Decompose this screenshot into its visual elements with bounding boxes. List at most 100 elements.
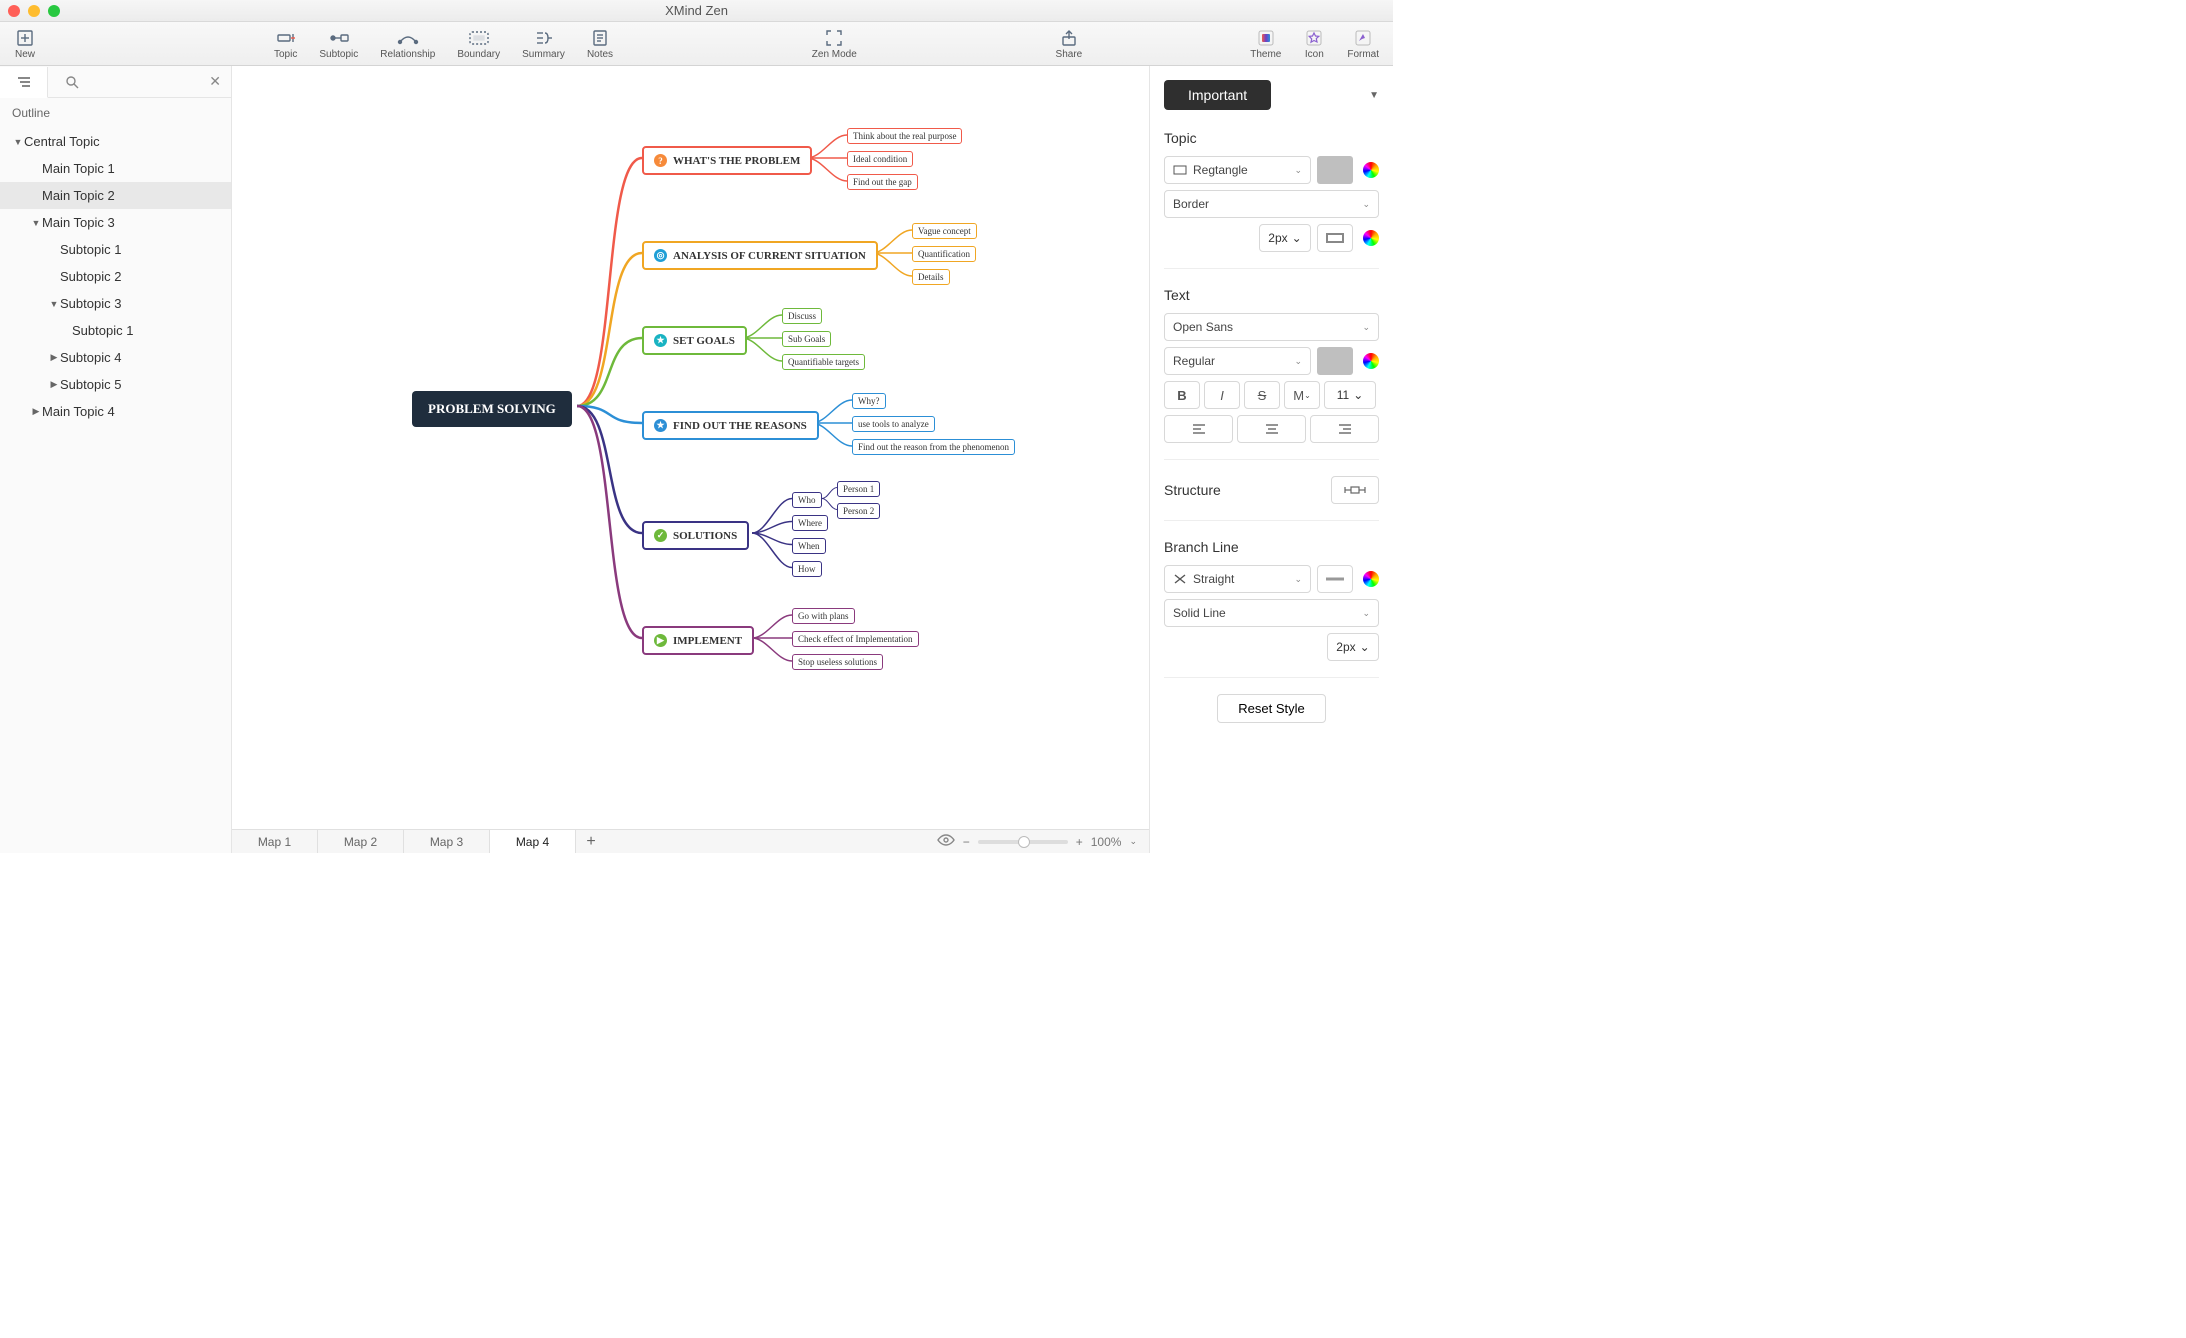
close-panel-icon[interactable]: ✕ (209, 73, 221, 90)
leaf-node[interactable]: Quantifiable targets (782, 354, 865, 370)
zoom-in-button[interactable]: + (1076, 835, 1083, 849)
sheet-tab[interactable]: Map 1 (232, 830, 318, 853)
fill-color-swatch[interactable] (1317, 156, 1353, 184)
close-window-icon[interactable] (8, 5, 20, 17)
zoom-slider[interactable] (978, 840, 1068, 844)
theme-button[interactable]: Theme (1246, 28, 1285, 60)
leaf-node[interactable]: Go with plans (792, 608, 855, 624)
add-sheet-button[interactable]: + (576, 830, 606, 853)
important-button[interactable]: Important (1164, 80, 1271, 110)
share-button[interactable]: Share (1052, 28, 1087, 60)
font-family-select[interactable]: Open Sans⌄ (1164, 313, 1379, 341)
leaf-node[interactable]: Vague concept (912, 223, 977, 239)
zoom-dropdown-icon[interactable]: ⌄ (1129, 836, 1137, 847)
border-color-wheel-icon[interactable] (1363, 230, 1379, 246)
align-center-button[interactable] (1237, 415, 1306, 443)
zoom-out-button[interactable]: − (963, 835, 970, 849)
reset-style-button[interactable]: Reset Style (1217, 694, 1325, 723)
leaf-node[interactable]: Think about the real purpose (847, 128, 962, 144)
mindmap-canvas[interactable]: PROBLEM SOLVING ?WHAT'S THE PROBLEM Think … (232, 66, 1149, 829)
align-left-button[interactable] (1164, 415, 1233, 443)
outline-item[interactable]: ▶Subtopic 5 (0, 371, 231, 398)
italic-button[interactable]: I (1204, 381, 1240, 409)
outline-item[interactable]: ▶Main Topic 4 (0, 398, 231, 425)
sheet-tab[interactable]: Map 4 (490, 830, 576, 853)
branch-line-preview[interactable] (1317, 565, 1353, 593)
new-button[interactable]: New (10, 28, 40, 60)
tree-caret-icon[interactable]: ▼ (12, 137, 24, 147)
branch-node[interactable]: ★SET GOALS (642, 326, 747, 355)
branch-color-wheel-icon[interactable] (1363, 571, 1379, 587)
branch-width-select[interactable]: 2px⌄ (1327, 633, 1379, 661)
view-mode-icon[interactable] (937, 834, 955, 849)
tree-caret-icon[interactable]: ▼ (30, 218, 42, 228)
sheet-tab[interactable]: Map 3 (404, 830, 490, 853)
important-dropdown-icon[interactable]: ▼ (1369, 90, 1379, 101)
leaf-node[interactable]: use tools to analyze (852, 416, 935, 432)
root-node[interactable]: PROBLEM SOLVING (412, 391, 572, 427)
sheet-tab[interactable]: Map 2 (318, 830, 404, 853)
outline-tab[interactable] (0, 67, 48, 98)
zen-mode-button[interactable]: Zen Mode (808, 28, 861, 60)
text-case-button[interactable]: M⌄ (1284, 381, 1320, 409)
leaf-node[interactable]: Check effect of Implementation (792, 631, 919, 647)
border-width-select[interactable]: 2px⌄ (1259, 224, 1311, 252)
structure-layout-button[interactable] (1331, 476, 1379, 504)
text-color-wheel-icon[interactable] (1363, 353, 1379, 369)
minimize-window-icon[interactable] (28, 5, 40, 17)
outline-item[interactable]: ▶Subtopic 4 (0, 344, 231, 371)
branch-style-select[interactable]: Straight ⌄ (1164, 565, 1311, 593)
tree-caret-icon[interactable]: ▶ (30, 406, 42, 417)
tree-caret-icon[interactable]: ▶ (48, 379, 60, 390)
branch-node[interactable]: ▶IMPLEMENT (642, 626, 754, 655)
outline-item[interactable]: ▼Main Topic 3 (0, 209, 231, 236)
border-select[interactable]: Border⌄ (1164, 190, 1379, 218)
font-size-select[interactable]: 11⌄ (1324, 381, 1376, 409)
outline-item[interactable]: Main Topic 1 (0, 155, 231, 182)
text-color-swatch[interactable] (1317, 347, 1353, 375)
branch-node[interactable]: ✓SOLUTIONS (642, 521, 749, 550)
font-weight-select[interactable]: Regular⌄ (1164, 347, 1311, 375)
outline-item[interactable]: Subtopic 2 (0, 263, 231, 290)
leaf-node[interactable]: Ideal condition (847, 151, 913, 167)
outline-item[interactable]: Main Topic 2 (0, 182, 231, 209)
topic-button[interactable]: Topic (270, 28, 301, 60)
notes-button[interactable]: Notes (583, 28, 617, 60)
branch-node[interactable]: ◎ANALYSIS OF CURRENT SITUATION (642, 241, 878, 270)
leaf-node[interactable]: Details (912, 269, 950, 285)
leaf-node[interactable]: Discuss (782, 308, 822, 324)
summary-button[interactable]: Summary (518, 28, 569, 60)
align-right-button[interactable] (1310, 415, 1379, 443)
branch-node[interactable]: ?WHAT'S THE PROBLEM (642, 146, 812, 175)
leaf-node[interactable]: Quantification (912, 246, 976, 262)
leaf-node[interactable]: Find out the gap (847, 174, 918, 190)
format-button[interactable]: Format (1343, 28, 1383, 60)
icon-button[interactable]: Icon (1299, 28, 1329, 60)
color-wheel-icon[interactable] (1363, 162, 1379, 178)
strikethrough-button[interactable]: S (1244, 381, 1280, 409)
outline-item[interactable]: Subtopic 1 (0, 236, 231, 263)
leaf-node[interactable]: Person 1 (837, 481, 880, 497)
branch-node[interactable]: ★FIND OUT THE REASONS (642, 411, 819, 440)
relationship-button[interactable]: Relationship (376, 28, 439, 60)
shape-select[interactable]: Regtangle ⌄ (1164, 156, 1311, 184)
boundary-button[interactable]: Boundary (453, 28, 504, 60)
leaf-node[interactable]: Where (792, 515, 828, 531)
tree-caret-icon[interactable]: ▶ (48, 352, 60, 363)
leaf-node[interactable]: How (792, 561, 822, 577)
search-tab[interactable] (48, 66, 96, 97)
maximize-window-icon[interactable] (48, 5, 60, 17)
bold-button[interactable]: B (1164, 381, 1200, 409)
outline-item[interactable]: ▼Subtopic 3 (0, 290, 231, 317)
leaf-node[interactable]: Person 2 (837, 503, 880, 519)
border-style-swatch[interactable] (1317, 224, 1353, 252)
leaf-node[interactable]: Sub Goals (782, 331, 831, 347)
leaf-node[interactable]: Why? (852, 393, 886, 409)
leaf-node[interactable]: Who (792, 492, 822, 508)
line-type-select[interactable]: Solid Line⌄ (1164, 599, 1379, 627)
leaf-node[interactable]: When (792, 538, 826, 554)
outline-item[interactable]: ▼Central Topic (0, 128, 231, 155)
leaf-node[interactable]: Stop useless solutions (792, 654, 883, 670)
tree-caret-icon[interactable]: ▼ (48, 299, 60, 309)
outline-item[interactable]: Subtopic 1 (0, 317, 231, 344)
